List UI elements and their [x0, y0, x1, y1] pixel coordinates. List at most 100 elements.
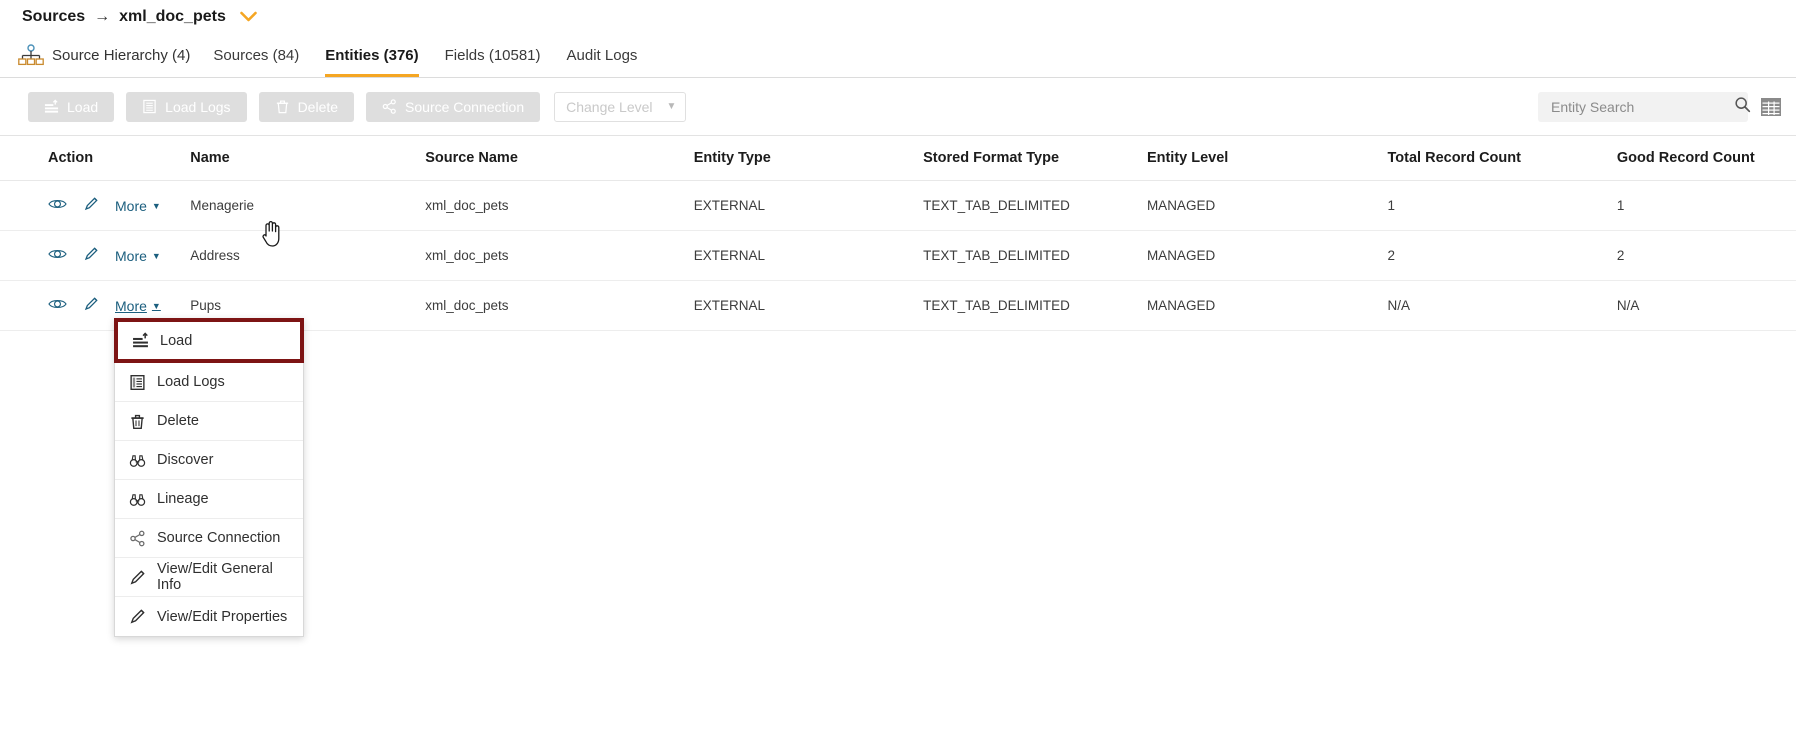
binoculars-icon — [129, 452, 146, 469]
action-buttons-group: More ▼ — [48, 296, 190, 315]
menu-item-source-connection[interactable]: Source Connection — [115, 519, 303, 558]
tab-entities[interactable]: Entities (376) — [325, 47, 419, 77]
source-connection-button[interactable]: Source Connection — [366, 91, 541, 122]
trash-icon — [275, 99, 290, 114]
entity-search-box[interactable] — [1538, 91, 1751, 122]
pencil-icon — [129, 569, 146, 586]
trash-icon — [129, 413, 146, 430]
more-actions-dropdown: Load Load Logs Delete Discover Lineage S… — [114, 318, 304, 637]
pencil-icon — [129, 608, 146, 625]
cell-total-record-count: 2 — [1387, 230, 1617, 281]
menu-item-source-connection-label: Source Connection — [157, 530, 281, 546]
menu-item-delete-label: Delete — [157, 413, 199, 429]
column-header-good-record-count[interactable]: Good Record Count — [1616, 136, 1796, 181]
breadcrumb-current[interactable]: xml_doc_pets — [119, 8, 226, 26]
menu-item-load-logs[interactable]: Load Logs — [115, 363, 303, 402]
cell-source-name: xml_doc_pets — [425, 230, 694, 281]
table-header-row: Action Name Source Name Entity Type Stor… — [0, 136, 1796, 181]
column-header-total-record-count[interactable]: Total Record Count — [1387, 136, 1617, 181]
tab-fields[interactable]: Fields (10581) — [445, 47, 541, 77]
menu-item-view-edit-general-info[interactable]: View/Edit General Info — [115, 558, 303, 597]
more-label: More — [115, 247, 147, 264]
menu-item-delete[interactable]: Delete — [115, 402, 303, 441]
cell-stored-format-type: TEXT_TAB_DELIMITED — [923, 280, 1147, 331]
menu-item-lineage[interactable]: Lineage — [115, 480, 303, 519]
menu-item-view-edit-properties-label: View/Edit Properties — [157, 608, 288, 625]
caret-down-icon: ▼ — [666, 101, 677, 112]
load-button[interactable]: Load — [28, 91, 115, 122]
column-header-name[interactable]: Name — [190, 136, 426, 181]
delete-button[interactable]: Delete — [258, 91, 355, 122]
more-menu-trigger[interactable]: More ▼ — [115, 248, 161, 264]
more-label: More — [115, 197, 147, 214]
menu-item-lineage-label: Lineage — [157, 491, 209, 507]
column-header-action[interactable]: Action — [0, 136, 191, 181]
column-header-source-name[interactable]: Source Name — [425, 136, 694, 181]
more-menu-trigger-active[interactable]: More ▼ — [115, 298, 161, 314]
more-label: More — [115, 297, 147, 314]
row-action-cell: More ▼ — [0, 230, 191, 281]
column-header-entity-type[interactable]: Entity Type — [693, 136, 924, 181]
table-row[interactable]: More ▼ Address xml_doc_pets EXTERNAL TEX… — [0, 230, 1796, 281]
more-menu-trigger[interactable]: More ▼ — [115, 198, 161, 214]
cell-source-name: xml_doc_pets — [425, 180, 694, 231]
search-icon[interactable] — [1734, 96, 1751, 118]
table-grid-icon[interactable] — [1760, 96, 1782, 118]
eye-icon[interactable] — [48, 197, 67, 214]
eye-icon[interactable] — [48, 297, 67, 314]
cell-entity-level: MANAGED — [1146, 230, 1388, 281]
search-input[interactable] — [1549, 97, 1734, 116]
column-header-entity-level[interactable]: Entity Level — [1146, 136, 1388, 181]
tab-sources[interactable]: Sources (84) — [213, 47, 299, 77]
source-connection-button-label: Source Connection — [405, 98, 525, 115]
pencil-icon[interactable] — [83, 296, 99, 315]
menu-item-load-label: Load — [160, 332, 193, 349]
load-logs-button-label: Load Logs — [165, 98, 231, 115]
entities-table: Action Name Source Name Entity Type Stor… — [0, 136, 1796, 331]
share-nodes-icon — [129, 530, 146, 547]
load-logs-button[interactable]: Load Logs — [126, 91, 247, 122]
share-nodes-icon — [382, 99, 397, 114]
cell-good-record-count: 1 — [1616, 180, 1796, 231]
action-toolbar: Load Load Logs Delete Source Connection … — [0, 78, 1796, 136]
load-stack-icon — [44, 99, 59, 114]
menu-item-discover-label: Discover — [157, 452, 214, 468]
cell-name[interactable]: Address — [190, 230, 426, 281]
document-lines-icon — [129, 374, 146, 391]
hierarchy-tree-icon — [18, 44, 44, 66]
binoculars-icon — [129, 491, 146, 508]
pencil-icon[interactable] — [83, 196, 99, 215]
pencil-icon[interactable] — [83, 246, 99, 265]
row-action-cell: More ▼ — [0, 180, 191, 231]
change-level-placeholder: Change Level — [566, 98, 653, 115]
eye-icon[interactable] — [48, 247, 67, 264]
cell-entity-type: EXTERNAL — [693, 280, 924, 331]
table-row[interactable]: More ▼ Menagerie xml_doc_pets EXTERNAL T… — [0, 180, 1796, 231]
breadcrumb-root[interactable]: Sources — [22, 8, 85, 26]
cell-source-name: xml_doc_pets — [425, 280, 694, 331]
load-stack-icon — [132, 332, 149, 349]
tab-bar: Source Hierarchy (4) Sources (84) Entiti… — [0, 34, 1796, 78]
menu-item-load[interactable]: Load — [114, 318, 304, 363]
change-level-select[interactable]: Change Level ▼ — [554, 91, 687, 122]
sidebar-item-source-hierarchy[interactable]: Source Hierarchy (4) — [14, 44, 200, 77]
menu-item-discover[interactable]: Discover — [115, 441, 303, 480]
menu-item-view-edit-properties[interactable]: View/Edit Properties — [115, 597, 303, 636]
entities-table-wrap: Action Name Source Name Entity Type Stor… — [0, 136, 1796, 331]
load-button-label: Load — [67, 98, 99, 115]
cell-good-record-count: N/A — [1616, 280, 1796, 331]
toolbar-right-group — [1538, 91, 1782, 122]
action-buttons-group: More ▼ — [48, 196, 190, 215]
chevron-down-icon[interactable] — [240, 10, 257, 25]
cell-name[interactable]: Menagerie — [190, 180, 426, 231]
breadcrumb: Sources → xml_doc_pets — [0, 0, 1796, 34]
column-header-stored-format-type[interactable]: Stored Format Type — [923, 136, 1147, 181]
breadcrumb-arrow-icon: → — [94, 8, 111, 25]
app-root: Sources → xml_doc_pets Source Hierarchy … — [0, 0, 1796, 741]
action-buttons-group: More ▼ — [48, 246, 190, 265]
menu-item-load-logs-label: Load Logs — [157, 374, 225, 390]
tab-audit-logs[interactable]: Audit Logs — [567, 47, 638, 77]
delete-button-label: Delete — [297, 98, 339, 115]
caret-down-icon: ▼ — [151, 201, 161, 211]
cell-entity-level: MANAGED — [1146, 280, 1388, 331]
